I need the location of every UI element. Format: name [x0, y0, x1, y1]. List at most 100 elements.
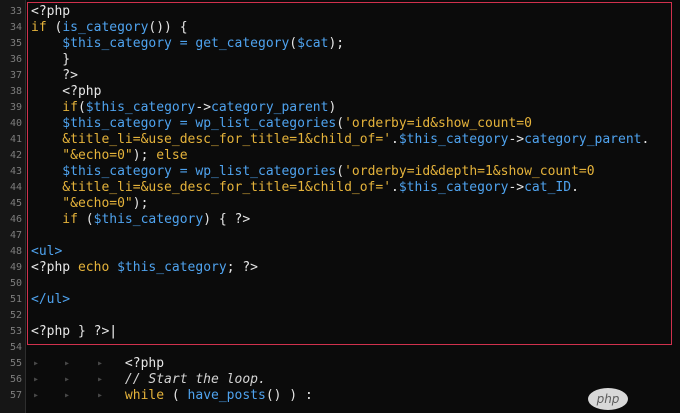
code-line[interactable]: 54	[0, 340, 680, 356]
code-token: "&echo=0"	[31, 196, 133, 211]
code-line[interactable]: 34 if (is_category()) {	[0, 20, 680, 36]
code-line[interactable]: 35 $this_category = get_category($cat);	[0, 36, 680, 52]
code-token: (	[77, 100, 86, 115]
code-line[interactable]: 48 <ul>	[0, 244, 680, 260]
line-number: 46	[9, 214, 22, 225]
code-token: .	[391, 180, 399, 195]
line-number: 42	[9, 150, 22, 161]
code-token: $cat	[297, 36, 329, 51]
code-line[interactable]: 46 if ($this_category) { ?>	[0, 212, 680, 228]
code-line[interactable]: 53 <?php } ?>|	[0, 324, 680, 340]
code-text: <?php echo $this_category; ?>	[31, 260, 258, 276]
code-line[interactable]: 45 "&echo=0");	[0, 196, 680, 212]
code-token: $this_category	[31, 164, 172, 179]
code-line[interactable]: 43 $this_category = wp_list_categories('…	[0, 164, 680, 180]
indent-guide-icon: ▸	[97, 390, 104, 401]
code-token: is_category	[62, 20, 149, 35]
code-token: );	[132, 196, 149, 211]
code-token: <?php	[31, 4, 71, 19]
code-line[interactable]: 33 <?php	[0, 4, 680, 20]
code-text: "&echo=0");	[31, 196, 148, 212]
line-number: 54	[9, 342, 22, 353]
line-number: 34	[9, 22, 22, 33]
line-number: 53	[9, 326, 22, 337]
code-token: .	[641, 132, 650, 147]
code-token: if	[31, 20, 55, 35]
code-token: ->	[508, 180, 525, 195]
code-token: .	[391, 132, 399, 147]
code-text: "&echo=0"); else	[31, 148, 187, 164]
code-text: ?>	[31, 68, 78, 84]
code-token: wp_list_categories	[195, 116, 337, 131]
code-token: $this_category	[31, 116, 172, 131]
code-text: &title_li=&use_desc_for_title=1&child_of…	[31, 180, 579, 196]
code-text: }	[31, 52, 70, 68]
text-caret: |	[109, 324, 118, 339]
indent-guide-icon: ▸	[33, 390, 40, 401]
code-token: have_posts	[187, 388, 266, 403]
code-line[interactable]: 50	[0, 276, 680, 292]
code-line[interactable]: 37 ?>	[0, 68, 680, 84]
code-token: <ul>	[31, 244, 63, 259]
code-token: ?>	[31, 68, 78, 83]
code-token: if	[31, 100, 78, 115]
code-text: if (is_category()) {	[31, 20, 188, 36]
line-number: 33	[9, 6, 22, 17]
line-number: 35	[9, 38, 22, 49]
code-token: ()) {	[148, 20, 188, 35]
code-token: 'orderby=id&depth=1&show_count=0	[344, 164, 595, 179]
line-number: 51	[9, 294, 22, 305]
code-token: =	[171, 116, 196, 131]
code-token: <?php	[31, 260, 78, 275]
line-number: 39	[9, 102, 22, 113]
code-token: ->	[508, 132, 525, 147]
code-token: )	[328, 100, 337, 115]
code-text: <?php	[31, 84, 101, 100]
code-line[interactable]: 40 $this_category = wp_list_categories('…	[0, 116, 680, 132]
code-token: <?php } ?>	[31, 324, 110, 339]
code-text: $this_category = wp_list_categories('ord…	[31, 116, 532, 132]
line-number: 40	[9, 118, 22, 129]
code-line[interactable]: 49 <?php echo $this_category; ?>	[0, 260, 680, 276]
code-token: ->	[195, 100, 212, 115]
code-line[interactable]: 44 &title_li=&use_desc_for_title=1&child…	[0, 180, 680, 196]
code-token: $this_category	[85, 100, 196, 115]
code-token: $this_category	[398, 180, 509, 195]
code-token: (	[336, 116, 345, 131]
code-text: <ul>	[31, 244, 62, 260]
code-token: $this_category	[117, 260, 227, 275]
code-line[interactable]: 36 }	[0, 52, 680, 68]
code-token: );	[132, 148, 157, 163]
code-line[interactable]: 39 if($this_category->category_parent)	[0, 100, 680, 116]
code-line[interactable]: 41 &title_li=&use_desc_for_title=1&child…	[0, 132, 680, 148]
line-number: 47	[9, 230, 22, 241]
code-token: (	[289, 36, 298, 51]
code-token: (	[85, 212, 94, 227]
line-number: 52	[9, 310, 22, 321]
indent-guide-icon: ▸	[97, 374, 104, 385]
code-token: =	[171, 36, 196, 51]
code-line[interactable]: 42 "&echo=0"); else	[0, 148, 680, 164]
code-line[interactable]: 56 // Start the loop. ▸ ▸ ▸	[0, 372, 680, 388]
code-line[interactable]: 57 while ( have_posts() ) : ▸ ▸ ▸	[0, 388, 680, 404]
code-token: .	[571, 180, 579, 195]
code-line[interactable]: 47	[0, 228, 680, 244]
line-number: 57	[9, 390, 22, 401]
code-text: &title_li=&use_desc_for_title=1&child_of…	[31, 132, 649, 148]
line-number: 50	[9, 278, 22, 289]
code-line[interactable]: 55 <?php ▸ ▸ ▸	[0, 356, 680, 372]
code-token: </ul>	[31, 292, 71, 307]
code-text: if ($this_category) { ?>	[31, 212, 250, 228]
code-line[interactable]: 51 </ul>	[0, 292, 680, 308]
code-token: get_category	[195, 36, 290, 51]
code-text: <?php } ?>|	[31, 324, 117, 340]
code-line[interactable]: 52	[0, 308, 680, 324]
line-number: 56	[9, 374, 22, 385]
line-number: 44	[9, 182, 22, 193]
code-line[interactable]: 38 <?php	[0, 84, 680, 100]
code-token: if	[31, 212, 86, 227]
code-editor[interactable]: 33 <?php 34 if (is_category()) {35 $this_ca…	[0, 0, 680, 413]
code-token: $this_category	[93, 212, 204, 227]
line-number: 36	[9, 54, 22, 65]
indent-guide-icon: ▸	[64, 358, 71, 369]
